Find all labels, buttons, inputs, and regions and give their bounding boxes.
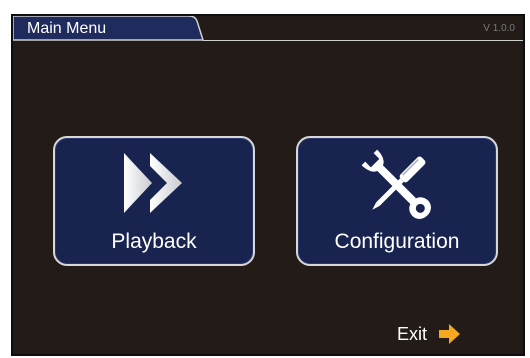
- exit-label: Exit: [397, 324, 428, 344]
- header-divider: [203, 40, 523, 41]
- title-tab: Main Menu: [13, 16, 213, 42]
- wrench-screwdriver-icon: [361, 149, 431, 219]
- exit-button[interactable]: Exit: [397, 322, 467, 346]
- main-menu-screen: Main Menu V 1.0.0 Playback Configuration…: [11, 14, 525, 356]
- fast-forward-icon: [124, 153, 182, 213]
- playback-label: Playback: [111, 230, 197, 253]
- configuration-label: Configuration: [334, 230, 460, 253]
- version-label: V 1.0.0: [483, 23, 515, 34]
- arrow-right-icon: [439, 324, 460, 344]
- configuration-button[interactable]: Configuration: [296, 136, 498, 266]
- page-title: Main Menu: [27, 20, 107, 37]
- playback-button[interactable]: Playback: [53, 136, 255, 266]
